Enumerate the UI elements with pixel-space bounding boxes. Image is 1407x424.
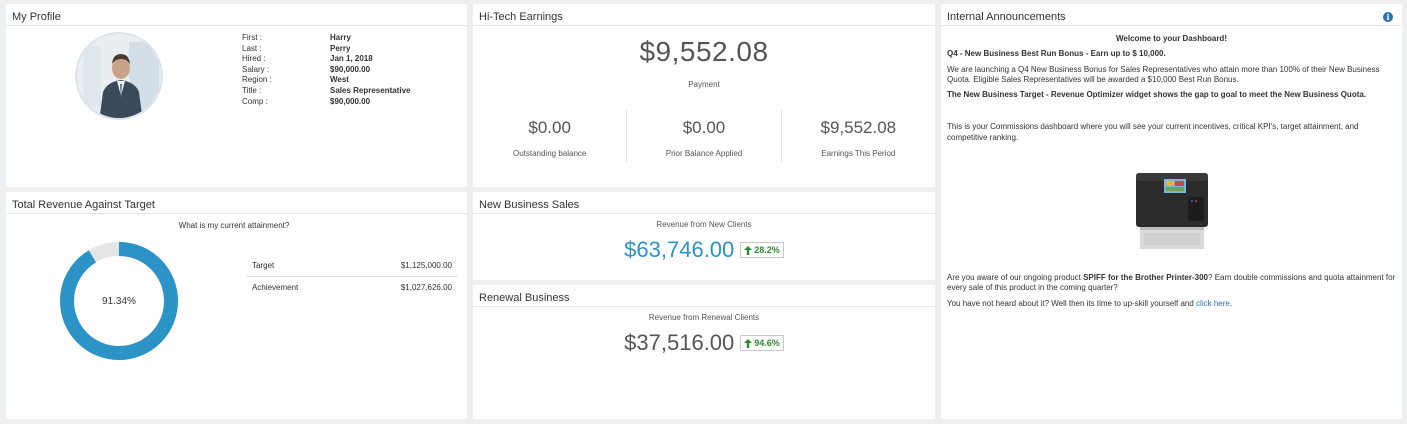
- field-value: $90,000.00: [330, 96, 371, 106]
- revenue-row-achievement: Achievement $1,027,626.00: [246, 276, 458, 298]
- earnings-item-amount: $9,552.08: [820, 118, 897, 137]
- revenue-row-label: Target: [252, 260, 275, 270]
- spiff-text: Are you aware of our ongoing product: [947, 273, 1084, 283]
- profile-row-first: First : Harry: [242, 33, 411, 44]
- change-value: 94.6%: [754, 338, 780, 348]
- card-title: Renewal Business: [479, 291, 570, 304]
- earnings-item-prior-balance: $0.00 Prior Balance Applied: [626, 110, 780, 162]
- my-profile-card: My Profile First : Harry Last : Perry Hire…: [6, 4, 467, 187]
- renewal-business-card: Renewal Business Revenue from Renewal Cl…: [473, 285, 935, 419]
- bonus-headline: Q4 - New Business Best Run Bonus - Earn …: [947, 49, 1166, 59]
- revenue-target-card: Total Revenue Against Target What is my …: [6, 192, 467, 419]
- payment-label: Payment: [688, 80, 720, 89]
- profile-details: First : Harry Last : Perry Hired : Jan 1, 2…: [242, 33, 411, 107]
- field-value: $90,000.00: [330, 64, 371, 74]
- profile-row-comp: Comp : $90,000.00: [242, 97, 411, 108]
- card-title: New Business Sales: [479, 198, 580, 211]
- change-badge: 28.2%: [740, 242, 784, 258]
- kpi-value: $37,516.00: [624, 330, 735, 355]
- new-business-card: New Business Sales Revenue from New Clie…: [473, 192, 935, 280]
- printer-icon: [1135, 173, 1208, 250]
- spiff-product: SPIFF for the Brother Printer-300: [1083, 273, 1209, 283]
- card-title: My Profile: [12, 10, 61, 23]
- attainment-percent: 91.34%: [102, 296, 136, 307]
- kpi-value: $63,746.00: [624, 237, 735, 262]
- change-value: 28.2%: [754, 245, 780, 255]
- field-label: First :: [242, 33, 262, 42]
- card-header: Internal Announcements i: [941, 4, 1402, 26]
- revenue-row-label: Achievement: [252, 283, 299, 292]
- earnings-card: Hi-Tech Earnings $9,552.08 Payment $0.00…: [473, 4, 935, 187]
- profile-row-title: Title : Sales Representative: [242, 86, 411, 97]
- kpi-row: $63,746.00 28.2%: [473, 237, 935, 263]
- field-label: Hired :: [242, 54, 266, 64]
- kpi-label: Revenue from New Clients: [656, 220, 752, 229]
- earnings-item-label: Earnings This Period: [821, 149, 896, 158]
- kpi-row: $37,516.00 94.6%: [473, 330, 935, 356]
- announcements-card: Internal Announcements i Welcome to your…: [941, 4, 1402, 419]
- card-title: Total Revenue Against Target: [12, 198, 155, 211]
- card-header: My Profile: [6, 4, 467, 26]
- field-label: Comp :: [242, 96, 268, 106]
- dashboard-description: This is your Commissions dashboard where…: [947, 122, 1359, 142]
- card-header: Hi-Tech Earnings: [473, 4, 935, 26]
- card-title: Hi-Tech Earnings: [479, 10, 563, 23]
- bonus-description: We are launching a Q4 New Business Bonus…: [947, 64, 1380, 84]
- welcome-heading: Welcome to your Dashboard!: [1116, 34, 1227, 43]
- spiff-paragraph: Are you aware of our ongoing product SPI…: [947, 273, 1396, 294]
- field-label: Salary :: [242, 64, 270, 74]
- upskill-paragraph: You have not heard about it? Well then i…: [947, 299, 1396, 309]
- field-value: Sales Representative: [330, 85, 411, 95]
- arrow-up-icon: [744, 338, 753, 348]
- printer-image: [947, 167, 1396, 251]
- profile-row-region: Region : West: [242, 75, 411, 86]
- announcement-body: Welcome to your Dashboard! Q4 - New Busi…: [941, 26, 1402, 309]
- card-header: Renewal Business: [473, 285, 935, 307]
- upskill-text: .: [1229, 298, 1233, 308]
- info-icon[interactable]: i: [1383, 11, 1393, 22]
- card-title: Internal Announcements: [947, 10, 1066, 23]
- person-photo-icon: [77, 34, 161, 118]
- earnings-item-outstanding: $0.00 Outstanding balance: [473, 110, 626, 162]
- earnings-breakdown: $0.00 Outstanding balance $0.00 Prior Ba…: [473, 110, 935, 162]
- arrow-up-icon: [744, 245, 753, 255]
- field-label: Title :: [242, 85, 262, 95]
- change-badge: 94.6%: [740, 335, 784, 351]
- profile-row-salary: Salary : $90,000.00: [242, 65, 411, 76]
- click-here-link[interactable]: click here: [1196, 299, 1230, 308]
- revenue-row-target: Target $1,125,000.00: [246, 254, 458, 276]
- field-label: Region :: [242, 75, 272, 85]
- profile-avatar: [75, 32, 163, 120]
- revenue-row-value: $1,027,626.00: [400, 283, 452, 292]
- field-label: Last :: [242, 43, 262, 53]
- upskill-text: You have not heard about it? Well then i…: [947, 298, 1197, 308]
- earnings-item-amount: $0.00: [528, 118, 571, 137]
- revenue-table: Target $1,125,000.00 Achievement $1,027,…: [246, 254, 458, 298]
- attainment-question: What is my current attainment?: [178, 221, 290, 230]
- profile-row-last: Last : Perry: [242, 44, 411, 55]
- revenue-row-value: $1,125,000.00: [400, 260, 452, 270]
- field-value: Perry: [330, 43, 351, 53]
- earnings-item-this-period: $9,552.08 Earnings This Period: [780, 110, 935, 162]
- payment-amount: $9,552.08: [639, 36, 769, 67]
- earnings-item-label: Prior Balance Applied: [665, 149, 743, 158]
- profile-row-hired: Hired : Jan 1, 2018: [242, 54, 411, 65]
- field-value: Jan 1, 2018: [330, 54, 373, 64]
- kpi-label: Revenue from Renewal Clients: [648, 313, 760, 322]
- earnings-item-amount: $0.00: [682, 118, 726, 137]
- field-value: West: [330, 75, 349, 85]
- attainment-donut[interactable]: 91.34%: [58, 240, 180, 362]
- card-header: New Business Sales: [473, 192, 935, 214]
- widget-note: The New Business Target - Revenue Optimi…: [947, 90, 1367, 100]
- field-value: Harry: [330, 33, 351, 42]
- earnings-item-label: Outstanding balance: [512, 149, 587, 158]
- card-header: Total Revenue Against Target: [6, 192, 467, 214]
